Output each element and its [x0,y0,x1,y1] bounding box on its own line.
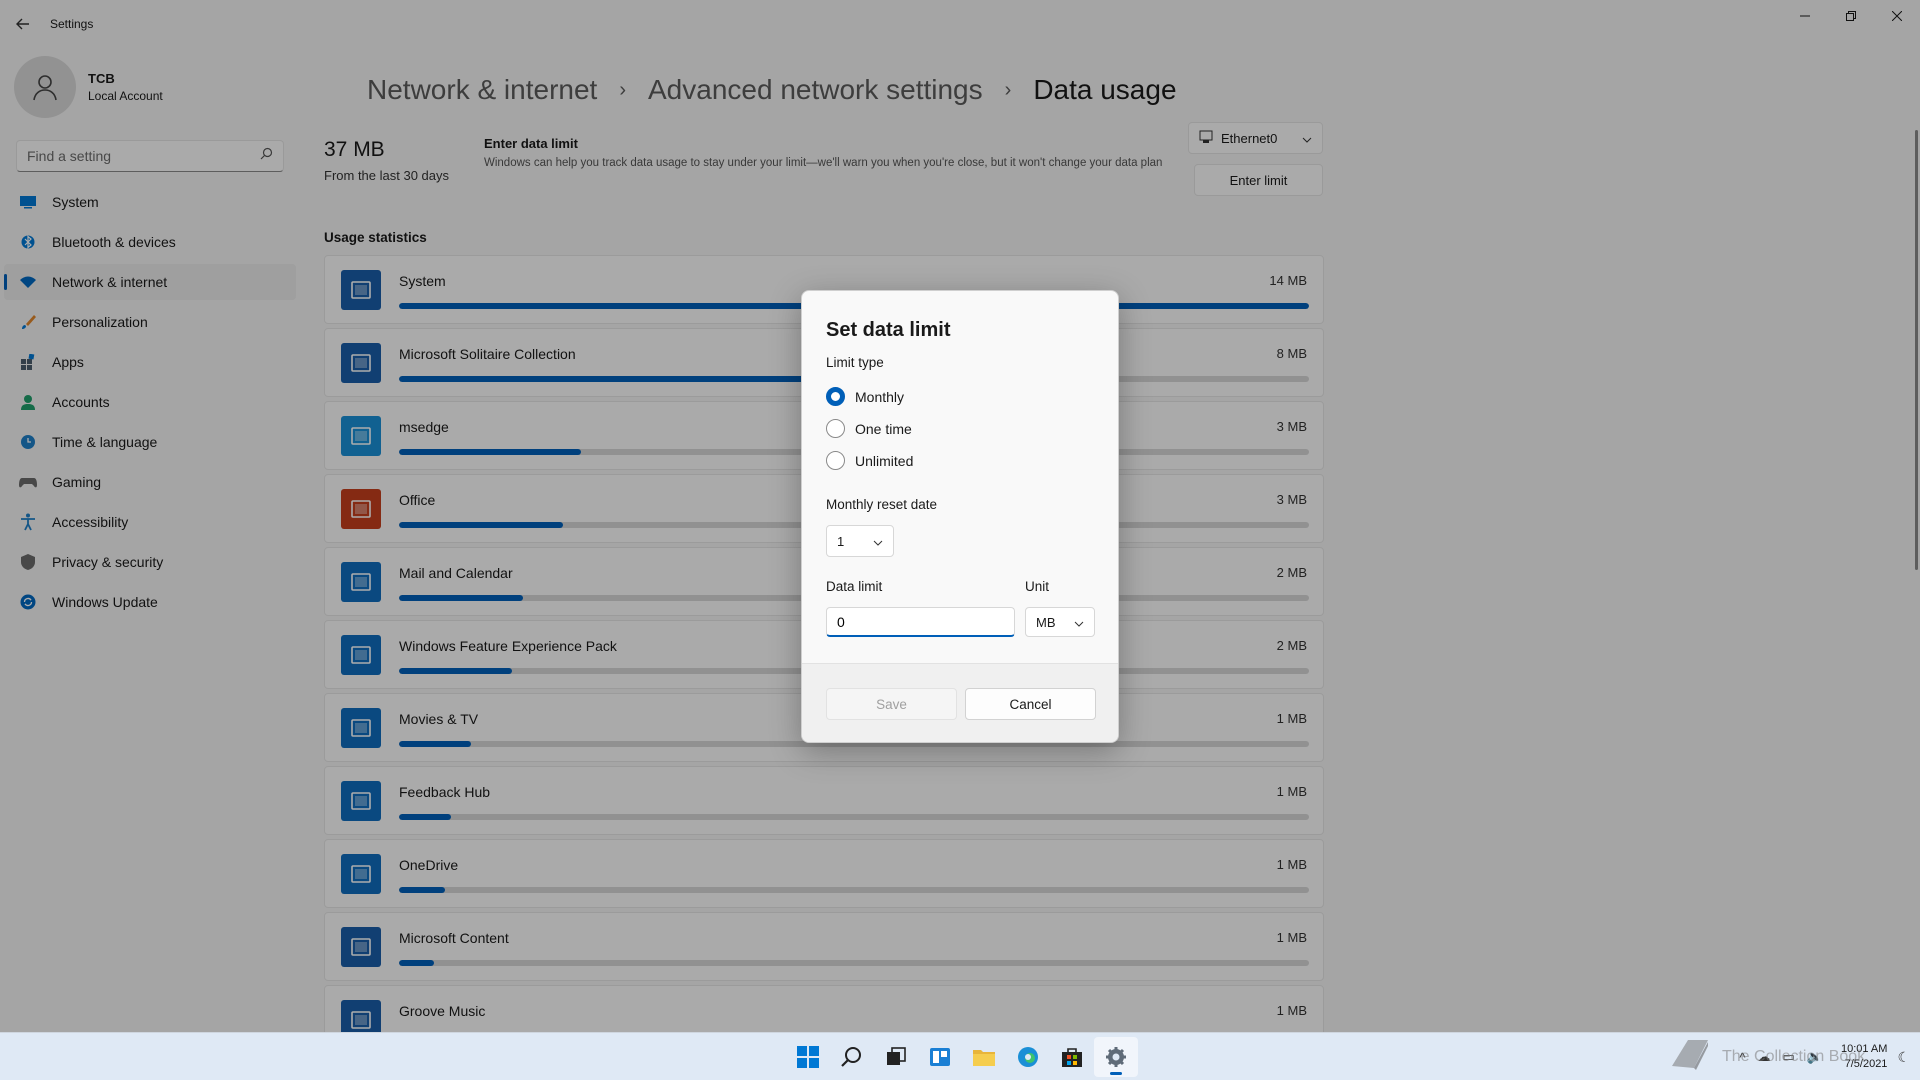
radio-one-time[interactable]: One time [826,419,912,438]
notification-icon[interactable]: ☾ [1897,1049,1910,1066]
file-explorer-icon[interactable] [962,1037,1006,1077]
radio-monthly[interactable]: Monthly [826,387,904,406]
taskbar-apps [786,1037,1138,1077]
radio-label: One time [855,420,912,437]
chevron-down-icon [1074,615,1084,630]
reset-date-dropdown[interactable]: 1 [826,525,894,557]
watermark: The Collection Book [1670,1036,1865,1077]
radio-label: Unlimited [855,452,914,469]
watermark-text: The Collection Book [1722,1047,1866,1065]
dialog-footer: Save Cancel [802,663,1118,742]
unit-label: Unit [1025,579,1050,594]
unit-dropdown[interactable]: MB [1025,607,1095,637]
edge-icon[interactable] [1006,1037,1050,1077]
dialog-title: Set data limit [826,319,951,341]
search-icon[interactable] [830,1037,874,1077]
book-logo-icon [1670,1036,1714,1077]
taskbar: ^ ☁ ▭ 🔈 10:01 AM 7/5/2021 ☾ [0,1032,1920,1080]
unit-value: MB [1036,614,1056,630]
widgets-icon[interactable] [918,1037,962,1077]
cancel-button[interactable]: Cancel [965,688,1096,720]
data-limit-input[interactable] [826,607,1015,637]
save-button[interactable]: Save [826,688,957,720]
radio-label: Monthly [855,388,905,405]
store-icon[interactable] [1050,1037,1094,1077]
settings-icon[interactable] [1094,1037,1138,1077]
start-icon[interactable] [786,1037,830,1077]
set-data-limit-dialog: Set data limit Limit type Monthly One ti… [801,290,1119,743]
reset-date-value: 1 [837,533,845,549]
radio-indicator [826,451,845,470]
chevron-down-icon [873,534,883,549]
limit-type-label: Limit type [826,355,884,370]
task-view-icon[interactable] [874,1037,918,1077]
data-limit-label: Data limit [826,579,883,594]
radio-indicator [826,419,845,438]
reset-date-label: Monthly reset date [826,497,938,512]
radio-unlimited[interactable]: Unlimited [826,451,913,470]
radio-indicator [826,387,845,406]
